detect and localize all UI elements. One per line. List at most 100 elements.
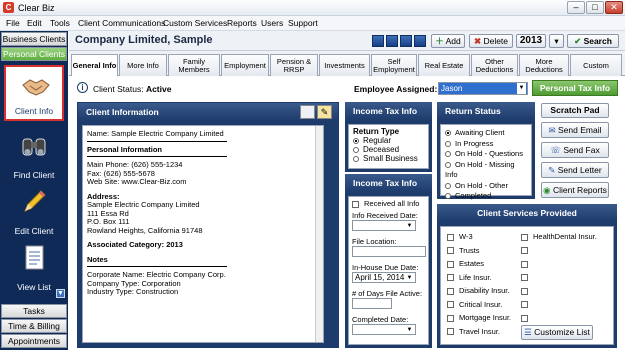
fax-icon: ☏ xyxy=(550,145,561,155)
status-on-hold-other[interactable]: On Hold - Other xyxy=(445,181,527,192)
employee-assigned-select[interactable]: Jason ▼ xyxy=(438,82,528,95)
menu-custom-services[interactable]: Custom Services xyxy=(163,18,227,28)
previous-record-button[interactable] xyxy=(386,35,398,47)
service-w3[interactable]: W-3 xyxy=(447,230,511,244)
services-right-column: HealthDental Insur. xyxy=(521,230,597,325)
chevron-down-icon: ▼ xyxy=(517,83,526,94)
personal-tax-info-button[interactable]: Personal Tax Info xyxy=(532,80,618,96)
customize-list-button[interactable]: ☰ Customize List xyxy=(521,325,593,340)
first-record-button[interactable] xyxy=(372,35,384,47)
section-tabs: General Info More Info Family Members Em… xyxy=(69,51,625,77)
checkbox xyxy=(521,314,528,322)
send-fax-button[interactable]: ☏ Send Fax xyxy=(541,142,609,158)
tab-time-billing[interactable]: Time & Billing xyxy=(1,319,67,333)
inhouse-due-date-label: In-House Due Date: xyxy=(352,263,419,272)
service-critical-insur[interactable]: Critical Insur. xyxy=(447,298,511,312)
tab-tasks[interactable]: Tasks xyxy=(1,304,67,318)
checkbox xyxy=(447,233,454,241)
service-label: Life Insur. xyxy=(459,272,492,282)
tab-family-members[interactable]: Family Members xyxy=(168,54,220,76)
menu-tools[interactable]: Tools xyxy=(50,18,70,28)
service-mortgage-insur[interactable]: Mortgage Insur. xyxy=(447,311,511,325)
close-button[interactable]: ✕ xyxy=(605,1,623,14)
menu-file[interactable]: File xyxy=(6,18,20,28)
service-custom-1[interactable] xyxy=(521,244,597,258)
service-life-insur[interactable]: Life Insur. xyxy=(447,271,511,285)
delete-button[interactable]: ✖ Delete xyxy=(469,34,513,48)
menu-support[interactable]: Support xyxy=(288,18,318,28)
add-button[interactable]: ＋ Add xyxy=(431,34,465,48)
window-title: Clear Biz xyxy=(18,3,55,13)
pencil-icon xyxy=(24,190,46,212)
service-disability-insur[interactable]: Disability Insur. xyxy=(447,284,511,298)
client-name: Name: Sample Electric Company Limited xyxy=(87,129,224,138)
tab-employment[interactable]: Employment xyxy=(221,54,269,76)
service-estates[interactable]: Estates xyxy=(447,257,511,271)
client-info-scrollbar[interactable] xyxy=(315,126,323,342)
menu-edit[interactable]: Edit xyxy=(27,18,42,28)
service-custom-5[interactable] xyxy=(521,298,597,312)
menu-client-communications[interactable]: Client Communications xyxy=(78,18,165,28)
year-dropdown[interactable]: ▾ xyxy=(549,34,564,48)
nav-edit-client[interactable]: Edit Client xyxy=(4,183,64,239)
service-custom-2[interactable] xyxy=(521,257,597,271)
info-icon[interactable]: i xyxy=(77,82,88,93)
radio xyxy=(445,151,451,158)
file-location-field[interactable] xyxy=(352,246,426,257)
last-record-button[interactable] xyxy=(414,35,426,47)
print-icon[interactable] xyxy=(300,105,315,119)
tab-pension-rrsp[interactable]: Pension & RRSP xyxy=(270,54,318,76)
year-field[interactable]: 2013 xyxy=(516,34,546,48)
tab-real-estate[interactable]: Real Estate xyxy=(418,54,470,76)
tab-investments[interactable]: Investments xyxy=(319,54,370,76)
checkbox xyxy=(447,328,454,336)
menu-users[interactable]: Users xyxy=(261,18,283,28)
tab-business-clients[interactable]: Business Clients xyxy=(1,32,67,46)
inhouse-due-date-field[interactable]: April 15, 2014 ▼ xyxy=(352,272,416,283)
web-site: Web Site: www.Clear-Biz.com xyxy=(87,177,187,186)
days-active-field[interactable] xyxy=(352,298,392,309)
received-all-info[interactable]: Received all Info xyxy=(352,199,425,208)
tab-more-deductions[interactable]: More Deductions xyxy=(519,54,569,76)
nav-view-list[interactable]: View List xyxy=(4,239,64,295)
status-in-progress[interactable]: In Progress xyxy=(445,139,527,150)
income-tax-info-panel: Income Tax Info Return Type Regular Dece… xyxy=(345,102,432,172)
menu-bar: File Edit Tools Client Communications Cu… xyxy=(0,16,625,31)
status-on-hold-missing[interactable]: On Hold - Missing Info xyxy=(445,160,527,181)
send-email-button[interactable]: ✉ Send Email xyxy=(541,122,609,138)
maximize-button[interactable]: □ xyxy=(586,1,604,14)
tab-custom[interactable]: Custom xyxy=(570,54,622,76)
tab-general-info[interactable]: General Info xyxy=(71,54,118,77)
nav-view-list-label: View List xyxy=(17,282,51,292)
service-healthdental-insur[interactable]: HealthDental Insur. xyxy=(521,230,597,244)
nav-find-client[interactable]: Find Client xyxy=(4,127,64,183)
tab-personal-clients[interactable]: Personal Clients xyxy=(1,47,67,61)
tab-self-employment[interactable]: Self Employment xyxy=(371,54,417,76)
edit-pencil-icon[interactable]: ✎ xyxy=(317,105,332,119)
service-custom-4[interactable] xyxy=(521,284,597,298)
return-type-deceased[interactable]: Deceased xyxy=(353,145,424,154)
service-trusts[interactable]: Trusts xyxy=(447,244,511,258)
search-button[interactable]: ✔ Search xyxy=(567,34,619,48)
return-type-small-business[interactable]: Small Business xyxy=(353,154,424,163)
status-on-hold-questions[interactable]: On Hold - Questions xyxy=(445,149,527,160)
return-type-regular[interactable]: Regular xyxy=(353,136,424,145)
status-awaiting-client[interactable]: Awaiting Client xyxy=(445,128,527,139)
completed-date-field[interactable]: ▼ xyxy=(352,324,416,335)
client-reports-button[interactable]: ◉ Client Reports xyxy=(541,182,609,198)
service-custom-6[interactable] xyxy=(521,311,597,325)
minimize-button[interactable]: – xyxy=(567,1,585,14)
service-travel-insur[interactable]: Travel Insur. xyxy=(447,325,511,339)
status-completed[interactable]: Completed xyxy=(445,191,527,202)
tab-more-info[interactable]: More Info xyxy=(119,54,167,76)
next-record-button[interactable] xyxy=(400,35,412,47)
send-letter-button[interactable]: ✎ Send Letter xyxy=(541,162,609,178)
menu-reports[interactable]: Reports xyxy=(227,18,257,28)
tab-other-deductions[interactable]: Other Deductions xyxy=(471,54,518,76)
nav-client-info[interactable]: Client Info xyxy=(4,65,64,121)
tab-appointments[interactable]: Appointments xyxy=(1,334,67,348)
service-custom-3[interactable] xyxy=(521,271,597,285)
info-received-date-field[interactable]: ▼ xyxy=(352,220,416,231)
scratch-pad-button[interactable]: Scratch Pad xyxy=(541,103,609,118)
expand-down-icon[interactable]: ▼ xyxy=(56,289,65,298)
